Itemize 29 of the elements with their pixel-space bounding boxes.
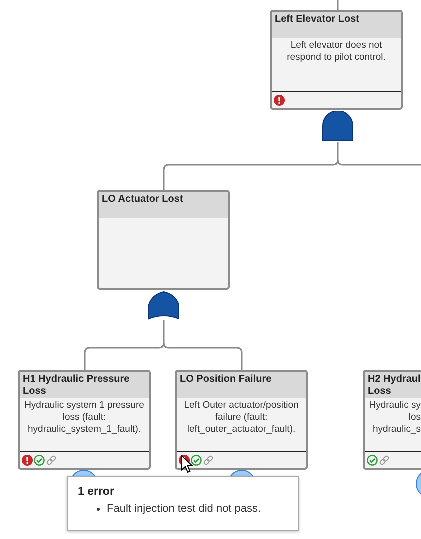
node-title: H1 Hydraulic Pressure Loss: [23, 374, 131, 398]
and-gate-icon[interactable]: [322, 111, 354, 142]
error-icon[interactable]: [22, 454, 33, 466]
event-node[interactable]: H1 Hydraulic Pressure Loss Hydraulic system 1 pressure loss (fault: hydraulic_system_1_fault).: [18, 370, 151, 470]
link-icon[interactable]: [379, 454, 390, 466]
connector-line: [337, 0, 339, 10]
node-title: LO Position Failure: [180, 374, 273, 386]
check-icon[interactable]: [367, 454, 378, 466]
node-description: Hydraulic sy los hydraulic_s: [368, 400, 421, 436]
node-description: Hydraulic system 1 pressure loss (fault: hydraulic_system_1_fault).: [24, 400, 146, 436]
check-icon[interactable]: [34, 454, 45, 466]
mouse-cursor-icon: [181, 455, 194, 474]
tooltip-title: 1 error: [78, 486, 116, 498]
link-icon[interactable]: [46, 454, 57, 466]
node-description: Left elevator does not respond to pilot control.: [286, 40, 387, 64]
node-description: Left Outer actuator/position failure (fault: left_outer_actuator_fault).: [183, 400, 300, 436]
bullet-icon: [97, 508, 100, 510]
tooltip-message: Fault injection test did not pass.: [107, 503, 262, 515]
link-icon[interactable]: [203, 454, 214, 466]
event-node[interactable]: LO Position Failure Left Outer actuator/position failure (fault: left_outer_actuator_fault).: [175, 370, 308, 470]
node-title: LO Actuator Lost: [102, 194, 184, 206]
node-title: Left Elevator Lost: [275, 14, 360, 26]
check-icon[interactable]: [191, 454, 202, 466]
event-node[interactable]: H2 Hydrauli Loss Hydraulic sy los hydraulic_s: [363, 370, 421, 470]
error-icon[interactable]: [274, 94, 285, 106]
event-node[interactable]: LO Actuator Lost: [97, 190, 230, 290]
or-gate-icon[interactable]: [148, 292, 180, 320]
event-node[interactable]: Left Elevator Lost Left elevator does not respond to pilot control.: [270, 10, 403, 110]
node-title: H2 Hydrauli Loss: [368, 374, 421, 398]
